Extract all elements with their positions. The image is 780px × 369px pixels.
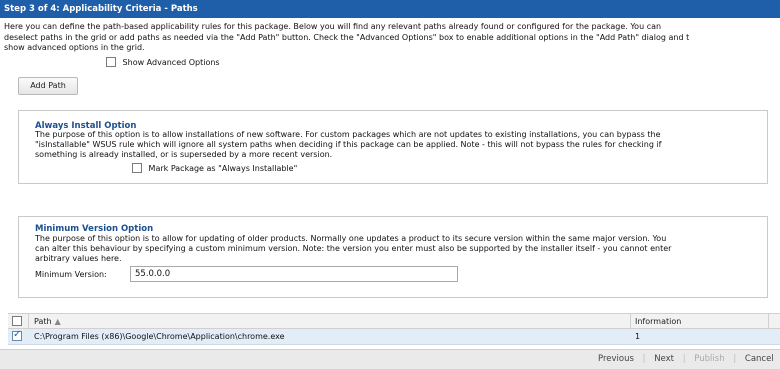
row-checkbox[interactable] [12, 329, 22, 341]
show-advanced-options-row[interactable]: Show Advanced Options [106, 57, 220, 67]
step-title-bar: Step 3 of 4: Applicability Criteria - Pa… [0, 0, 780, 18]
table-row[interactable]: C:\Program Files (x86)\Google\Chrome\App… [8, 329, 780, 345]
row-path: C:\Program Files (x86)\Google\Chrome\App… [34, 332, 285, 341]
minimum-version-description: The purpose of this option is to allow f… [35, 234, 763, 264]
add-path-button[interactable]: Add Path [18, 77, 78, 95]
paths-grid-header: Path ▲ Information [8, 313, 780, 329]
path-column-label[interactable]: Path [34, 317, 52, 326]
row-information: 1 [635, 332, 641, 341]
description-line: arbitrary values here. [35, 254, 122, 263]
select-all-checkbox[interactable] [12, 316, 22, 326]
description-line: The purpose of this option is to allow i… [35, 130, 661, 139]
path-column-header[interactable]: Path ▲ [34, 317, 61, 326]
always-install-panel: Always Install Option The purpose of thi… [18, 110, 768, 184]
column-divider [768, 314, 769, 328]
minimum-version-panel: Minimum Version Option The purpose of th… [18, 216, 768, 298]
column-divider [28, 314, 29, 328]
footer-nav: Previous | Next | Publish | Cancel [598, 354, 774, 364]
minimum-version-title: Minimum Version Option [35, 224, 154, 234]
page-title: Step 3 of 4: Applicability Criteria - Pa… [4, 4, 198, 14]
nav-separator: | [682, 354, 686, 364]
always-install-description: The purpose of this option is to allow i… [35, 130, 763, 160]
description-line: can alter this behaviour by specifying a… [35, 244, 672, 253]
show-advanced-options-checkbox[interactable] [106, 57, 116, 67]
intro-text: Here you can define the path-based appli… [4, 22, 780, 54]
intro-line: Here you can define the path-based appli… [4, 22, 662, 31]
description-line: something is already installed, or is su… [35, 150, 333, 159]
previous-button[interactable]: Previous [598, 354, 634, 364]
intro-line: show advanced options in the grid. [4, 43, 145, 52]
always-installable-row[interactable]: Mark Package as "Always Installable" [132, 163, 297, 173]
always-installable-checkbox[interactable] [132, 163, 142, 173]
information-column-header[interactable]: Information [635, 317, 681, 326]
intro-line: deselect paths in the grid or add paths … [4, 32, 690, 42]
sort-ascending-icon: ▲ [54, 317, 61, 326]
nav-separator: | [733, 354, 737, 364]
show-advanced-options-label[interactable]: Show Advanced Options [123, 58, 220, 67]
minimum-version-input[interactable] [130, 266, 458, 282]
always-installable-label[interactable]: Mark Package as "Always Installable" [149, 164, 298, 173]
column-divider [630, 314, 631, 328]
next-button[interactable]: Next [654, 354, 674, 364]
description-line: "isInstallable" WSUS rule which will ign… [35, 140, 662, 149]
description-line: The purpose of this option is to allow f… [35, 234, 667, 243]
minimum-version-label: Minimum Version: [35, 270, 107, 279]
nav-separator: | [642, 354, 646, 364]
publish-button[interactable]: Publish [694, 354, 724, 364]
cancel-button[interactable]: Cancel [745, 354, 774, 364]
